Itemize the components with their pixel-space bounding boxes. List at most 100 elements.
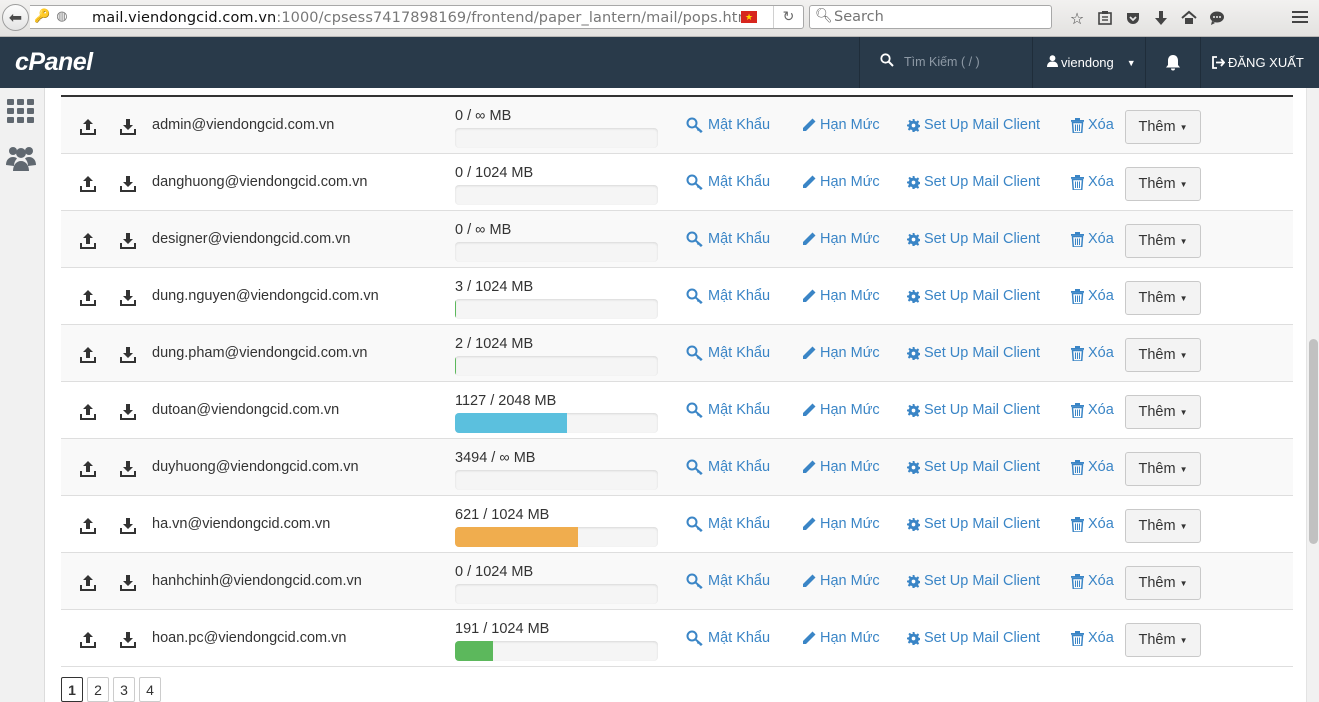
- notifications-button[interactable]: [1146, 37, 1200, 88]
- change-password-link[interactable]: Mật Khẩu: [686, 630, 770, 646]
- change-password-link[interactable]: Mật Khẩu: [686, 402, 770, 418]
- chat-icon[interactable]: [1203, 6, 1231, 30]
- download-icon[interactable]: [119, 175, 137, 193]
- hamburger-menu-icon[interactable]: [1288, 6, 1312, 28]
- more-dropdown-button[interactable]: Thêm ▼: [1125, 509, 1201, 543]
- change-password-link[interactable]: Mật Khẩu: [686, 573, 770, 589]
- disk-usage-bar-fill: [455, 641, 493, 661]
- url-text[interactable]: mail.viendongcid.com.vn:1000/cpsess74178…: [92, 10, 756, 26]
- setup-mail-client-link[interactable]: Set Up Mail Client: [907, 459, 1040, 475]
- more-dropdown-button[interactable]: Thêm ▼: [1125, 224, 1201, 258]
- more-dropdown-button[interactable]: Thêm ▼: [1125, 623, 1201, 657]
- header-search-input[interactable]: [904, 53, 1024, 71]
- upload-icon[interactable]: [79, 403, 97, 421]
- download-icon[interactable]: [119, 232, 137, 250]
- download-icon[interactable]: [119, 403, 137, 421]
- delete-link[interactable]: Xóa: [1071, 117, 1114, 133]
- upload-icon[interactable]: [79, 118, 97, 136]
- delete-link[interactable]: Xóa: [1071, 573, 1114, 589]
- setup-mail-client-link[interactable]: Set Up Mail Client: [907, 288, 1040, 304]
- page-button[interactable]: 4: [139, 677, 161, 702]
- delete-link[interactable]: Xóa: [1071, 345, 1114, 361]
- vietnam-flag-icon[interactable]: ★: [741, 11, 757, 23]
- reading-list-icon[interactable]: [1091, 6, 1119, 30]
- setup-mail-client-link[interactable]: Set Up Mail Client: [907, 231, 1040, 247]
- setup-mail-client-link[interactable]: Set Up Mail Client: [907, 573, 1040, 589]
- quota-link[interactable]: Hạn Mức: [802, 117, 880, 133]
- cpanel-logo[interactable]: cPanel: [15, 48, 93, 77]
- quota-link[interactable]: Hạn Mức: [802, 345, 880, 361]
- quota-link[interactable]: Hạn Mức: [802, 459, 880, 475]
- change-password-link[interactable]: Mật Khẩu: [686, 174, 770, 190]
- download-icon[interactable]: [119, 460, 137, 478]
- upload-icon[interactable]: [79, 517, 97, 535]
- download-icon[interactable]: [119, 289, 137, 307]
- delete-link[interactable]: Xóa: [1071, 516, 1114, 532]
- bookmark-star-icon[interactable]: ☆: [1063, 6, 1091, 30]
- change-password-link[interactable]: Mật Khẩu: [686, 288, 770, 304]
- download-arrow-icon[interactable]: [1147, 6, 1175, 30]
- delete-link[interactable]: Xóa: [1071, 630, 1114, 646]
- more-dropdown-button[interactable]: Thêm ▼: [1125, 338, 1201, 372]
- more-dropdown-button[interactable]: Thêm ▼: [1125, 167, 1201, 201]
- download-icon[interactable]: [119, 118, 137, 136]
- download-icon[interactable]: [119, 517, 137, 535]
- scrollbar-thumb[interactable]: [1309, 339, 1318, 544]
- page-scrollbar[interactable]: [1306, 88, 1319, 702]
- change-password-link[interactable]: Mật Khẩu: [686, 516, 770, 532]
- more-dropdown-button[interactable]: Thêm ▼: [1125, 281, 1201, 315]
- delete-link[interactable]: Xóa: [1071, 402, 1114, 418]
- more-dropdown-button[interactable]: Thêm ▼: [1125, 452, 1201, 486]
- home-icon[interactable]: [1175, 6, 1203, 30]
- quota-link[interactable]: Hạn Mức: [802, 288, 880, 304]
- upload-icon[interactable]: [79, 631, 97, 649]
- upload-icon[interactable]: [79, 232, 97, 250]
- page-button[interactable]: 1: [61, 677, 83, 702]
- delete-link[interactable]: Xóa: [1071, 459, 1114, 475]
- user-menu[interactable]: viendong ▼: [1033, 37, 1145, 88]
- users-group-icon[interactable]: [6, 143, 36, 173]
- setup-mail-client-link[interactable]: Set Up Mail Client: [907, 345, 1040, 361]
- setup-mail-client-link[interactable]: Set Up Mail Client: [907, 516, 1040, 532]
- setup-mail-client-link[interactable]: Set Up Mail Client: [907, 174, 1040, 190]
- quota-link[interactable]: Hạn Mức: [802, 516, 880, 532]
- quota-link[interactable]: Hạn Mức: [802, 402, 880, 418]
- more-dropdown-button[interactable]: Thêm ▼: [1125, 566, 1201, 600]
- change-password-link[interactable]: Mật Khẩu: [686, 117, 770, 133]
- upload-icon[interactable]: [79, 175, 97, 193]
- change-password-link[interactable]: Mật Khẩu: [686, 231, 770, 247]
- upload-icon[interactable]: [79, 346, 97, 364]
- browser-search-input[interactable]: [834, 8, 1044, 26]
- download-icon[interactable]: [119, 346, 137, 364]
- download-icon[interactable]: [119, 631, 137, 649]
- quota-link[interactable]: Hạn Mức: [802, 630, 880, 646]
- back-button[interactable]: ⬅: [2, 4, 29, 31]
- setup-mail-client-link[interactable]: Set Up Mail Client: [907, 402, 1040, 418]
- delete-link[interactable]: Xóa: [1071, 231, 1114, 247]
- browser-search-bar[interactable]: 🔍︎: [809, 5, 1052, 29]
- upload-icon[interactable]: [79, 460, 97, 478]
- delete-link[interactable]: Xóa: [1071, 288, 1114, 304]
- quota-link[interactable]: Hạn Mức: [802, 573, 880, 589]
- pocket-icon[interactable]: [1119, 6, 1147, 30]
- reload-button[interactable]: ↻: [773, 6, 803, 28]
- more-dropdown-button[interactable]: Thêm ▼: [1125, 110, 1201, 144]
- upload-icon[interactable]: [79, 289, 97, 307]
- url-bar[interactable]: 🔑 ◍ mail.viendongcid.com.vn:1000/cpsess7…: [30, 5, 804, 29]
- quota-link[interactable]: Hạn Mức: [802, 231, 880, 247]
- more-dropdown-button[interactable]: Thêm ▼: [1125, 395, 1201, 429]
- disk-usage-bar: [455, 356, 658, 376]
- page-button[interactable]: 2: [87, 677, 109, 702]
- upload-icon[interactable]: [79, 574, 97, 592]
- download-icon[interactable]: [119, 574, 137, 592]
- change-password-link[interactable]: Mật Khẩu: [686, 459, 770, 475]
- delete-link[interactable]: Xóa: [1071, 174, 1114, 190]
- setup-mail-client-link[interactable]: Set Up Mail Client: [907, 630, 1040, 646]
- header-search[interactable]: [860, 37, 1032, 88]
- page-button[interactable]: 3: [113, 677, 135, 702]
- change-password-link[interactable]: Mật Khẩu: [686, 345, 770, 361]
- setup-mail-client-link[interactable]: Set Up Mail Client: [907, 117, 1040, 133]
- grid-apps-icon[interactable]: [6, 96, 36, 126]
- quota-link[interactable]: Hạn Mức: [802, 174, 880, 190]
- logout-button[interactable]: ĐĂNG XUẤT: [1201, 37, 1319, 88]
